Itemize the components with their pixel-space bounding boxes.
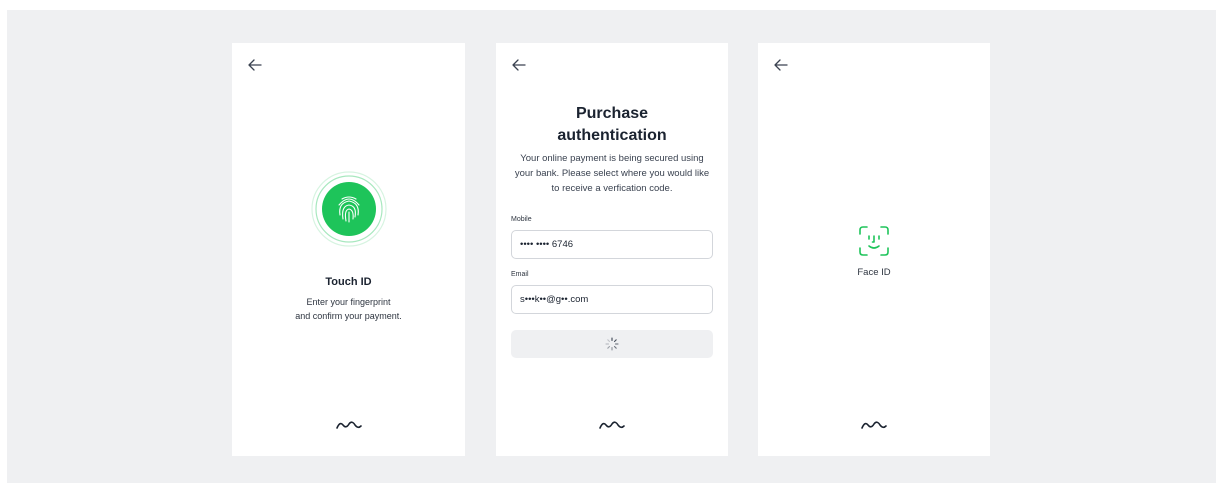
submit-button-loading[interactable] [511,330,713,358]
page-title: Purchase authentication [496,103,728,147]
brand-wave-logo-icon [861,421,887,429]
back-arrow-icon[interactable] [772,56,790,74]
face-id-screen: Face ID [758,43,990,456]
brand-wave-logo-icon [335,421,362,429]
email-option-field[interactable]: s•••k••@g••.com [511,285,713,314]
loading-spinner-icon [605,337,619,351]
touch-id-title: Touch ID [325,276,372,288]
mobile-option-field[interactable]: •••• •••• 6746 [511,230,713,259]
touch-id-screen: Touch ID Enter your fingerprint and conf… [232,43,465,456]
back-arrow-icon[interactable] [246,56,264,74]
purchase-auth-screen: Purchase authentication Your online paym… [496,43,728,456]
page-description: Your online payment is being secured usi… [508,151,716,196]
back-arrow-icon[interactable] [510,56,528,74]
face-id-label: Face ID [857,267,891,278]
email-label: Email [511,271,529,278]
description-line: to receive a verfication code. [551,183,673,194]
mobile-label: Mobile [511,216,532,223]
touch-id-subtitle-line: Enter your fingerprint [306,297,391,307]
description-line: Your online payment is being secured usi… [520,153,704,164]
description-line: your bank. Please select where you would… [514,168,710,179]
page-title-line: Purchase [575,105,649,122]
fingerprint-icon[interactable] [311,171,387,247]
page-title-line: authentication [557,127,667,144]
touch-id-subtitle: Enter your fingerprint and confirm your … [232,295,465,323]
touch-id-subtitle-line: and confirm your payment. [295,311,402,321]
canvas-background: Touch ID Enter your fingerprint and conf… [7,10,1216,483]
brand-wave-logo-icon [599,421,625,429]
face-id-icon[interactable] [858,225,890,257]
